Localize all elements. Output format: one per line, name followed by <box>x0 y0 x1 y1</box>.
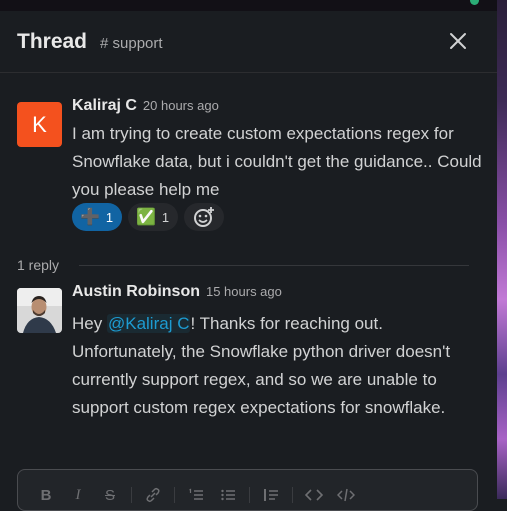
close-button[interactable] <box>446 29 470 53</box>
strikethrough-icon[interactable]: S <box>99 484 121 506</box>
reply-count: 1 reply <box>17 257 60 273</box>
code-block-icon[interactable] <box>335 484 357 506</box>
code-icon[interactable] <box>303 484 325 506</box>
message-text: Hey @Kaliraj C! Thanks for reaching out.… <box>72 310 482 422</box>
reaction-count: 1 <box>161 209 170 225</box>
text-segment: Hey <box>72 314 107 333</box>
message-composer[interactable]: B I S <box>17 469 478 511</box>
link-icon[interactable] <box>142 484 164 506</box>
replies-divider <box>79 265 469 266</box>
window-top-strip <box>0 0 497 11</box>
message-author: Kaliraj C 20 hours ago <box>72 97 219 115</box>
close-icon <box>450 33 466 49</box>
background-edge <box>497 0 507 499</box>
toolbar-divider <box>292 487 293 503</box>
reaction-plus[interactable]: ➕ 1 <box>72 203 122 231</box>
message-timestamp[interactable]: 20 hours ago <box>143 98 219 113</box>
message-timestamp[interactable]: 15 hours ago <box>206 284 282 299</box>
person-photo-icon <box>17 288 62 333</box>
thread-title: Thread <box>17 30 88 53</box>
avatar[interactable] <box>17 288 62 333</box>
toolbar-divider <box>131 487 132 503</box>
check-emoji-icon: ✅ <box>136 209 156 226</box>
bulleted-list-icon[interactable] <box>217 484 239 506</box>
toolbar-divider <box>249 487 250 503</box>
add-reaction-button[interactable] <box>184 203 224 231</box>
thread-panel: Thread # support K Kaliraj C 20 hours ago… <box>0 11 497 511</box>
formatting-toolbar: B I S <box>35 484 357 506</box>
avatar[interactable]: K <box>17 102 62 147</box>
channel-link[interactable]: # support <box>100 35 163 52</box>
reaction-count: 1 <box>105 209 114 225</box>
author-name[interactable]: Austin Robinson <box>72 283 200 300</box>
add-emoji-icon <box>194 207 214 227</box>
user-mention[interactable]: @Kaliraj C <box>106 314 191 333</box>
reaction-check[interactable]: ✅ 1 <box>128 203 178 231</box>
thread-header: Thread # support <box>0 11 497 73</box>
message-author: Austin Robinson 15 hours ago <box>72 283 282 301</box>
blockquote-icon[interactable] <box>260 484 282 506</box>
italic-icon[interactable]: I <box>67 484 89 506</box>
toolbar-divider <box>174 487 175 503</box>
message-text: I am trying to create custom expectation… <box>72 124 482 199</box>
status-indicator <box>470 0 479 5</box>
ordered-list-icon[interactable] <box>185 484 207 506</box>
plus-emoji-icon: ➕ <box>80 209 100 226</box>
author-name[interactable]: Kaliraj C <box>72 97 137 114</box>
bold-icon[interactable]: B <box>35 484 57 506</box>
